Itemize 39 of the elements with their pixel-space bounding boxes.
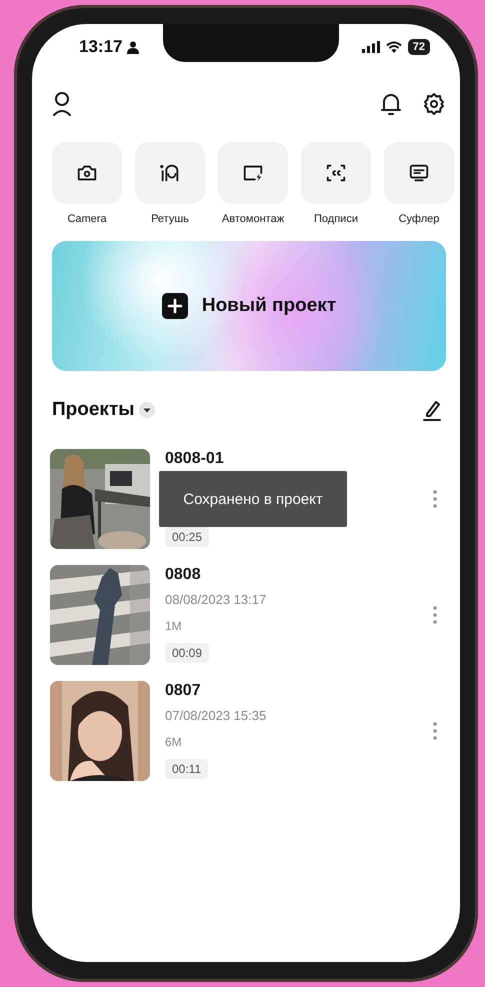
duration-badge: 00:25 xyxy=(165,527,210,547)
duration-badge: 00:11 xyxy=(165,759,208,779)
project-name: 0808-01 xyxy=(165,450,224,469)
plus-icon xyxy=(162,293,188,319)
tool-label: Автомонтаж xyxy=(220,213,286,225)
retouch-icon xyxy=(159,162,181,184)
new-project-button[interactable]: Новый проект xyxy=(52,241,446,371)
project-size: 1M xyxy=(165,619,182,633)
section-title: Проекты xyxy=(52,399,134,421)
tool-label: Ретушь xyxy=(150,213,190,225)
captions-icon xyxy=(325,162,347,184)
project-size: 6M xyxy=(165,735,182,749)
monitor-icon xyxy=(408,162,430,184)
tool-label: Подписи xyxy=(313,213,359,225)
person-icon xyxy=(127,40,140,54)
edit-icon[interactable] xyxy=(422,399,442,421)
project-name: 0807 xyxy=(165,682,201,701)
dropdown-icon[interactable] xyxy=(139,402,156,418)
project-date: 08/08/2023 13:17 xyxy=(165,592,266,607)
signal-icon xyxy=(362,41,380,53)
tool-button[interactable] xyxy=(135,142,205,204)
project-name: 0808 xyxy=(165,566,201,585)
wifi-icon xyxy=(386,41,402,53)
battery-level: 72 xyxy=(408,39,430,55)
more-icon[interactable] xyxy=(433,490,437,508)
more-icon[interactable] xyxy=(433,606,437,624)
status-time: 13:17 xyxy=(79,37,122,57)
tool-label: Camera xyxy=(66,213,108,225)
toast-message: Сохранено в проект xyxy=(159,471,347,527)
tool-button[interactable] xyxy=(384,142,454,204)
profile-icon[interactable] xyxy=(52,91,72,117)
duration-badge: 00:09 xyxy=(165,643,210,663)
tool-button[interactable] xyxy=(52,142,122,204)
tool-button[interactable] xyxy=(218,142,288,204)
tool-label: Суфлер xyxy=(398,213,440,225)
bell-icon[interactable] xyxy=(380,92,402,116)
project-date: 07/08/2023 15:35 xyxy=(165,708,266,723)
more-icon[interactable] xyxy=(433,722,437,740)
settings-icon[interactable] xyxy=(422,92,446,116)
